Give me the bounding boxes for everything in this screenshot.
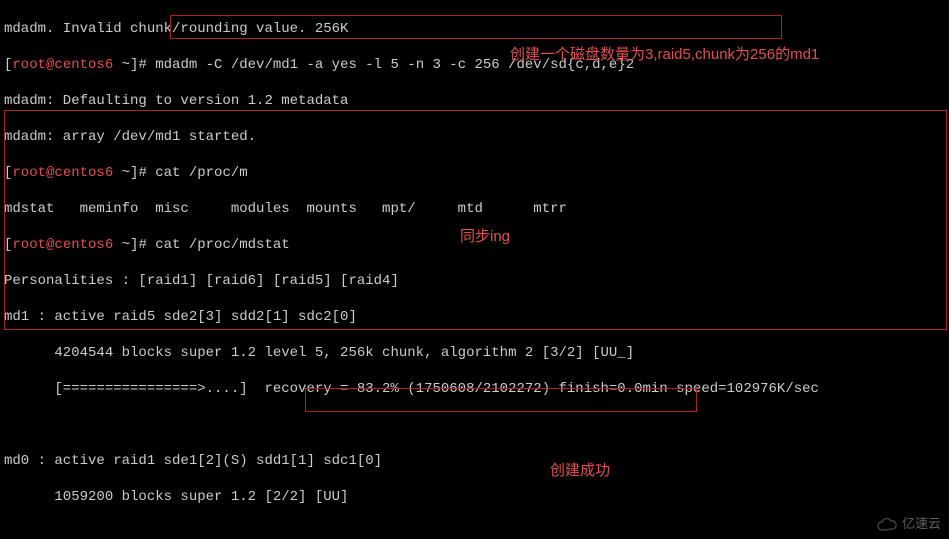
line: 1059200 blocks super 1.2 [2/2] [UU] (4, 488, 945, 506)
line: mdadm: array /dev/md1 started. (4, 128, 945, 146)
line: mdadm. Invalid chunk/rounding value. 256… (4, 20, 945, 38)
line: [root@centos6 ~]# cat /proc/mdstat (4, 236, 945, 254)
line (4, 416, 945, 434)
line: Personalities : [raid1] [raid6] [raid5] … (4, 272, 945, 290)
watermark: 亿速云 (876, 515, 941, 533)
line: mdadm: Defaulting to version 1.2 metadat… (4, 92, 945, 110)
line: [root@centos6 ~]# cat /proc/m (4, 164, 945, 182)
cloud-icon (876, 517, 898, 531)
terminal[interactable]: mdadm. Invalid chunk/rounding value. 256… (0, 0, 949, 539)
line: 4204544 blocks super 1.2 level 5, 256k c… (4, 344, 945, 362)
line: md1 : active raid5 sde2[3] sdd2[1] sdc2[… (4, 308, 945, 326)
line (4, 524, 945, 539)
line: md0 : active raid1 sde1[2](S) sdd1[1] sd… (4, 452, 945, 470)
line: mdstat meminfo misc modules mounts mpt/ … (4, 200, 945, 218)
line: [root@centos6 ~]# mdadm -C /dev/md1 -a y… (4, 56, 945, 74)
line: [================>....] recovery = 83.2%… (4, 380, 945, 398)
